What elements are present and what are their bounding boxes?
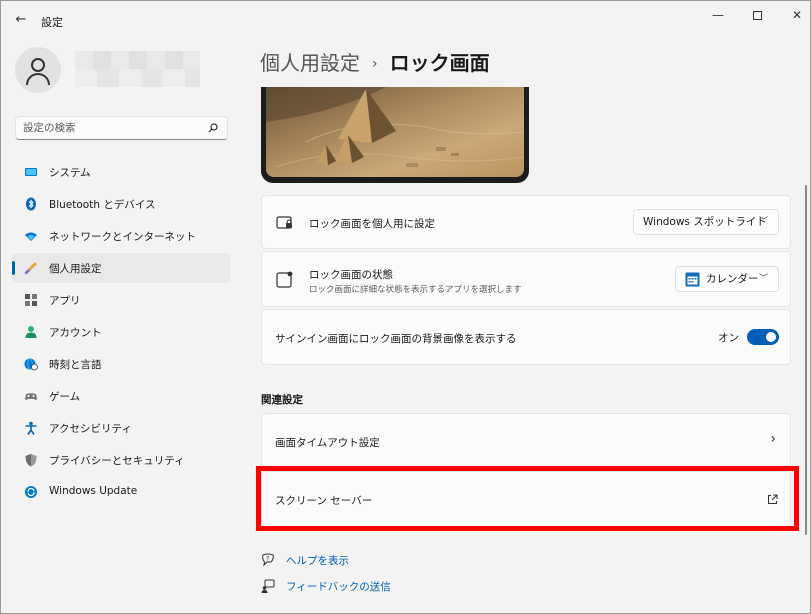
avatar [15, 47, 61, 93]
related-settings-heading: 関連設定 [261, 394, 303, 406]
avatar-head-icon [31, 58, 45, 72]
sidebar-item-bluetooth[interactable]: Bluetooth とデバイス [12, 189, 230, 219]
wifi-icon [25, 232, 37, 241]
sidebar-item-time-language[interactable]: 時刻と言語 [12, 349, 230, 379]
help-link-text[interactable]: ヘルプを表示 [286, 553, 349, 568]
chevron-down-icon: ﹀ [758, 217, 768, 227]
signin-background-toggle[interactable] [747, 329, 779, 345]
related-screen-timeout[interactable]: 画面タイムアウト設定 › [261, 413, 791, 469]
gamepad-icon [25, 393, 37, 400]
setting-title: ロック画面を個人用に設定 [309, 218, 435, 230]
help-icon: ? [262, 553, 274, 567]
sidebar-item-apps[interactable]: アプリ [12, 285, 230, 315]
maximize-button[interactable] [737, 1, 777, 29]
search-icon[interactable] [208, 123, 218, 133]
toggle-state-label: オン [718, 332, 739, 344]
sidebar-item-label: ゲーム [49, 391, 81, 403]
sidebar-item-label: 時刻と言語 [49, 359, 102, 371]
setting-subtitle: ロック画面に詳細な状態を表示するアプリを選択します [309, 285, 522, 295]
sidebar-item-network[interactable]: ネットワークとインターネット [12, 221, 230, 251]
sidebar-item-personalization[interactable]: 個人用設定 [12, 253, 230, 283]
setting-title: サインイン画面にロック画面の背景画像を表示する [275, 333, 517, 345]
feedback-icon [261, 579, 275, 593]
maximize-icon [752, 11, 762, 20]
sidebar-item-label: 個人用設定 [49, 263, 102, 275]
search-input[interactable] [23, 120, 203, 136]
sidebar-nav: システム Bluetooth とデバイス ネットワークとインターネット 個人用設… [12, 157, 230, 509]
sidebar-item-gaming[interactable]: ゲーム [12, 381, 230, 411]
title-bar: ← 設定 — ✕ [1, 1, 810, 39]
monitor-icon [25, 168, 37, 176]
calendar-icon [685, 272, 700, 287]
dropdown-value: Windows スポットライト [643, 216, 767, 228]
search-box[interactable] [15, 116, 228, 140]
minimize-button[interactable]: — [698, 1, 738, 29]
pyramid-picture [266, 87, 524, 177]
sidebar-item-accounts[interactable]: アカウント [12, 317, 230, 347]
feedback-link-text[interactable]: フィードバックの送信 [286, 579, 391, 594]
shield-icon [25, 454, 37, 467]
window-title: 設定 [41, 16, 63, 29]
lockscreen-preview [261, 87, 529, 183]
update-icon [25, 486, 37, 498]
sidebar-item-accessibility[interactable]: アクセシビリティ [12, 413, 230, 443]
lockscreen-type-dropdown[interactable]: Windows スポットライト ﹀ [633, 209, 779, 235]
lockscreen-icon [276, 216, 292, 229]
avatar-body-icon [26, 73, 50, 85]
sidebar-item-privacy[interactable]: プライバシーとセキュリティ [12, 445, 230, 475]
sidebar-item-system[interactable]: システム [12, 157, 230, 187]
person-icon [25, 326, 37, 338]
sidebar-item-label: プライバシーとセキュリティ [49, 455, 185, 467]
sidebar-item-label: アプリ [49, 295, 81, 307]
chevron-down-icon: ﹀ [758, 274, 768, 284]
svg-text:?: ? [266, 556, 269, 563]
chevron-right-icon: › [770, 431, 776, 447]
sidebar-item-label: システム [49, 167, 91, 179]
scrollbar[interactable] [805, 185, 807, 535]
page-title: ロック画面 [389, 51, 490, 75]
back-button[interactable]: ← [9, 9, 33, 31]
accessibility-icon [25, 421, 37, 435]
sidebar-item-label: ネットワークとインターネット [49, 231, 196, 243]
globe-clock-icon [24, 358, 38, 371]
setting-personalize-lockscreen: ロック画面を個人用に設定 Windows スポットライト ﹀ [261, 195, 791, 249]
blurred-user-name [75, 51, 200, 87]
bluetooth-icon [26, 197, 36, 211]
lockscreen-status-dropdown[interactable]: カレンダー ﹀ [675, 266, 779, 292]
sidebar-item-label: Bluetooth とデバイス [49, 199, 156, 211]
close-button[interactable]: ✕ [777, 1, 811, 29]
breadcrumb: 個人用設定 › ロック画面 [260, 47, 490, 77]
setting-lockscreen-status: ロック画面の状態 ロック画面に詳細な状態を表示するアプリを選択します カレンダー… [261, 251, 791, 307]
settings-window: ← 設定 — ✕ システム [0, 0, 811, 614]
sidebar-item-label: アカウント [49, 327, 102, 339]
brush-icon [25, 262, 37, 274]
sidebar-item-label: Windows Update [49, 485, 138, 497]
toggle-knob [766, 332, 776, 342]
status-app-icon [276, 271, 293, 288]
setting-signin-background: サインイン画面にロック画面の背景画像を表示する オン [261, 309, 791, 365]
breadcrumb-separator-icon: › [372, 56, 378, 72]
setting-title: ロック画面の状態 [309, 269, 393, 281]
breadcrumb-parent[interactable]: 個人用設定 [260, 51, 360, 75]
dropdown-value: カレンダー [706, 273, 759, 285]
user-profile[interactable] [15, 47, 235, 97]
sidebar-item-label: アクセシビリティ [49, 423, 132, 435]
sidebar-item-windows-update[interactable]: Windows Update [12, 477, 230, 507]
setting-title: 画面タイムアウト設定 [275, 437, 380, 449]
apps-icon [25, 294, 37, 306]
lockscreen-preview-image [266, 87, 524, 177]
screensaver-highlight-box [256, 466, 799, 531]
